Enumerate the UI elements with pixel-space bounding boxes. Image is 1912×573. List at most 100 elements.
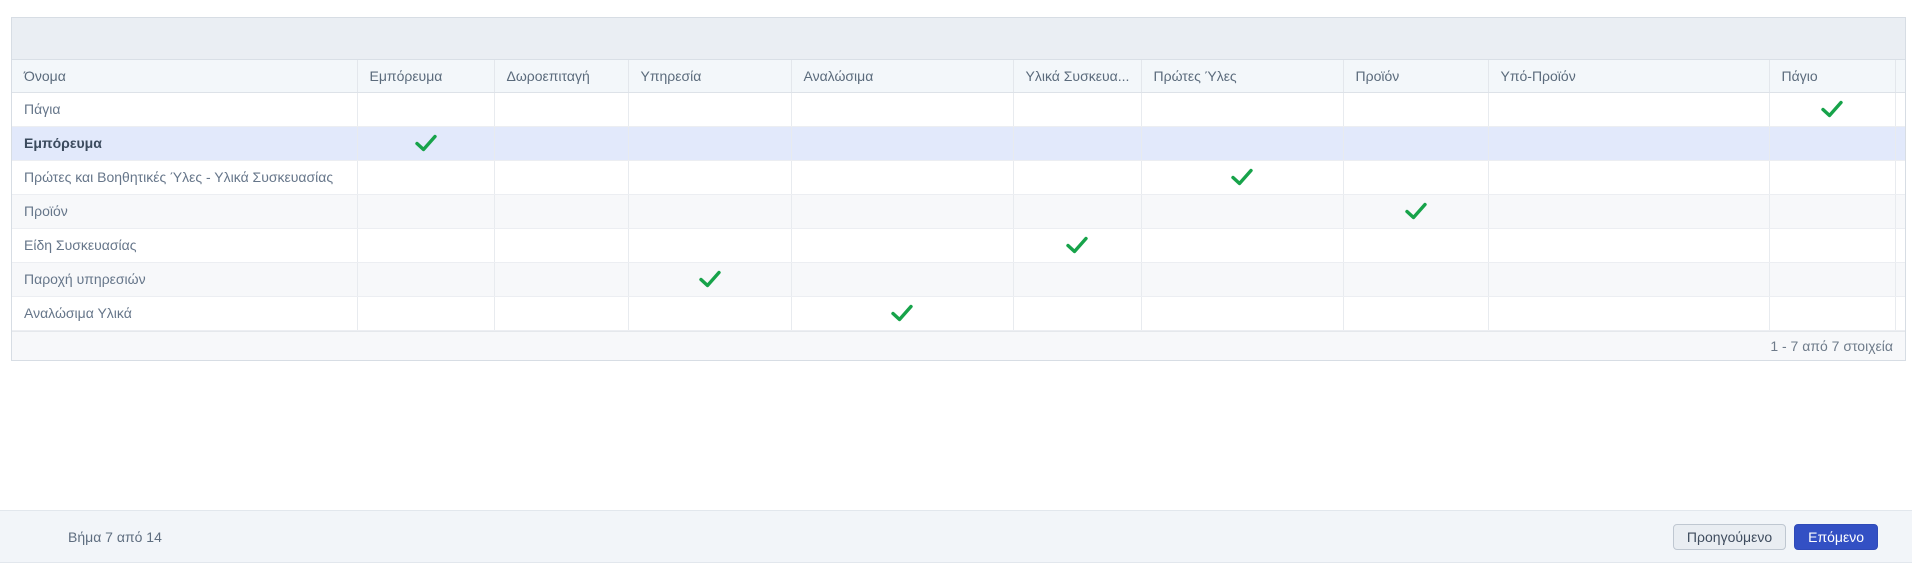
- empty-cell: [791, 160, 1014, 195]
- empty-cell: [494, 92, 629, 127]
- wizard-bar: Βήμα 7 από 14 Προηγούμενο Επόμενο: [0, 510, 1912, 563]
- item-type-name: Αναλώσιμα Υλικά: [12, 296, 358, 331]
- empty-cell: [494, 262, 629, 297]
- empty-cell: [1141, 126, 1344, 161]
- empty-cell: [1141, 296, 1344, 331]
- empty-cell: [628, 92, 792, 127]
- empty-cell: [791, 194, 1014, 229]
- checked-cell: [628, 262, 792, 297]
- empty-cell: [1895, 92, 1905, 127]
- wizard-step-label: Βήμα 7 από 14: [68, 528, 162, 545]
- column-header-spacer: [1895, 60, 1905, 93]
- checked-cell: [791, 296, 1014, 331]
- empty-cell: [791, 228, 1014, 263]
- column-header-0: Όνομα: [12, 60, 358, 93]
- empty-cell: [628, 160, 792, 195]
- table-row[interactable]: Πάγια: [12, 92, 1905, 127]
- column-header-6: Πρώτες Ύλες: [1141, 60, 1344, 93]
- checked-cell: [357, 126, 495, 161]
- empty-cell: [1013, 194, 1142, 229]
- empty-cell: [628, 126, 792, 161]
- empty-cell: [1141, 194, 1344, 229]
- empty-cell: [357, 296, 495, 331]
- check-icon: [1066, 236, 1088, 254]
- item-type-name: Εμπόρευμα: [12, 126, 358, 161]
- empty-cell: [1895, 194, 1905, 229]
- check-icon: [1821, 100, 1843, 118]
- column-header-7: Προϊόν: [1343, 60, 1489, 93]
- empty-cell: [1769, 126, 1896, 161]
- page: Όνομα Εμπόρευμα Δωροεπιταγή Υπηρεσία Αναλώσι…: [0, 0, 1912, 573]
- empty-cell: [1343, 296, 1489, 331]
- empty-cell: [1895, 296, 1905, 331]
- next-button[interactable]: Επόμενο: [1794, 523, 1878, 550]
- empty-cell: [1895, 228, 1905, 263]
- checked-cell: [1013, 228, 1142, 263]
- previous-button[interactable]: Προηγούμενο: [1672, 523, 1787, 550]
- empty-cell: [357, 194, 495, 229]
- empty-cell: [494, 160, 629, 195]
- empty-cell: [1769, 160, 1896, 195]
- check-icon: [891, 304, 913, 322]
- checked-cell: [1343, 194, 1489, 229]
- column-header-3: Υπηρεσία: [628, 60, 792, 93]
- item-type-name: Προϊόν: [12, 194, 358, 229]
- empty-cell: [1343, 92, 1489, 127]
- empty-cell: [1488, 160, 1770, 195]
- checked-cell: [1769, 92, 1896, 127]
- empty-cell: [628, 228, 792, 263]
- empty-cell: [1013, 296, 1142, 331]
- column-header-5: Υλικά Συσκευα...: [1013, 60, 1142, 93]
- checked-cell: [1141, 160, 1344, 195]
- empty-cell: [1488, 262, 1770, 297]
- item-type-name: Παροχή υπηρεσιών: [12, 262, 358, 297]
- empty-cell: [1013, 126, 1142, 161]
- column-header-1: Εμπόρευμα: [357, 60, 495, 93]
- empty-cell: [791, 126, 1014, 161]
- empty-cell: [494, 126, 629, 161]
- empty-cell: [1488, 194, 1770, 229]
- empty-cell: [1895, 126, 1905, 161]
- empty-cell: [494, 194, 629, 229]
- empty-cell: [1488, 228, 1770, 263]
- empty-cell: [357, 228, 495, 263]
- empty-cell: [1343, 126, 1489, 161]
- wizard-buttons: Προηγούμενο Επόμενο: [1672, 523, 1878, 550]
- column-header-8: Υπό-Προϊόν: [1488, 60, 1770, 93]
- table-row[interactable]: Πρώτες και Βοηθητικές Ύλες - Υλικά Συσκε…: [12, 160, 1905, 195]
- table-row[interactable]: Εμπόρευμα: [12, 126, 1905, 161]
- empty-cell: [1343, 262, 1489, 297]
- empty-cell: [791, 92, 1014, 127]
- table-toolbar: [12, 18, 1905, 60]
- empty-cell: [628, 194, 792, 229]
- empty-cell: [1769, 228, 1896, 263]
- empty-cell: [1488, 126, 1770, 161]
- empty-cell: [628, 296, 792, 331]
- empty-cell: [1769, 194, 1896, 229]
- check-icon: [698, 270, 721, 288]
- table-row[interactable]: Αναλώσιμα Υλικά: [12, 296, 1905, 331]
- check-icon: [1404, 202, 1427, 220]
- table-row[interactable]: Προϊόν: [12, 194, 1905, 229]
- table-row[interactable]: Είδη Συσκευασίας: [12, 228, 1905, 263]
- table-header-row: Όνομα Εμπόρευμα Δωροεπιταγή Υπηρεσία Αναλώσι…: [12, 60, 1905, 93]
- empty-cell: [494, 296, 629, 331]
- empty-cell: [1013, 262, 1142, 297]
- check-icon: [414, 134, 437, 152]
- empty-cell: [357, 262, 495, 297]
- empty-cell: [494, 228, 629, 263]
- column-header-9: Πάγιο: [1769, 60, 1896, 93]
- empty-cell: [791, 262, 1014, 297]
- empty-cell: [1141, 228, 1344, 263]
- empty-cell: [357, 160, 495, 195]
- column-header-2: Δωροεπιταγή: [494, 60, 629, 93]
- empty-cell: [357, 92, 495, 127]
- item-type-name: Πρώτες και Βοηθητικές Ύλες - Υλικά Συσκε…: [12, 160, 358, 195]
- column-header-4: Αναλώσιμα: [791, 60, 1014, 93]
- table-row[interactable]: Παροχή υπηρεσιών: [12, 262, 1905, 297]
- item-type-name: Είδη Συσκευασίας: [12, 228, 358, 263]
- empty-cell: [1141, 262, 1344, 297]
- empty-cell: [1343, 228, 1489, 263]
- pagination-summary: 1 - 7 από 7 στοιχεία: [1770, 337, 1893, 354]
- empty-cell: [1343, 160, 1489, 195]
